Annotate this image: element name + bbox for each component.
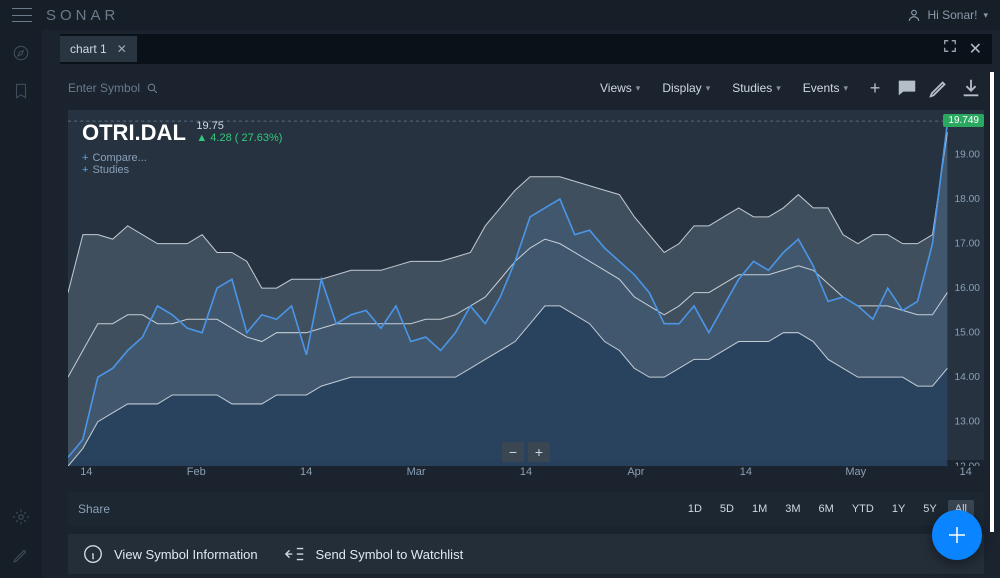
fab-add-button[interactable]: [932, 510, 982, 560]
legend-studies[interactable]: +Studies: [82, 164, 282, 176]
left-rail: [0, 30, 42, 578]
svg-text:16.00: 16.00: [954, 283, 980, 294]
watchlist-icon: [284, 543, 306, 565]
svg-text:15.00: 15.00: [954, 328, 980, 339]
range-6M[interactable]: 6M: [812, 500, 841, 518]
user-greeting: Hi Sonar!: [927, 8, 977, 22]
x-tick: 14: [300, 466, 312, 478]
actions-row: View Symbol Information Send Symbol to W…: [68, 534, 984, 574]
chat-icon[interactable]: [894, 77, 920, 99]
topbar: SONAR Hi Sonar! ▾: [0, 0, 1000, 30]
range-selector: 1D5D1M3M6MYTD1Y5YAll: [681, 500, 974, 518]
settings-icon[interactable]: [12, 508, 30, 526]
expand-icon[interactable]: [943, 39, 957, 53]
svg-text:18.00: 18.00: [954, 194, 980, 205]
svg-text:14.00: 14.00: [954, 372, 980, 383]
range-1Y[interactable]: 1Y: [885, 500, 912, 518]
zoom-in-button[interactable]: +: [528, 442, 550, 462]
share-button[interactable]: Share: [78, 502, 110, 516]
x-tick: Mar: [407, 466, 426, 478]
plus-icon: [945, 523, 969, 547]
tabbar: chart 1 ✕ ✕: [60, 34, 992, 64]
range-1M[interactable]: 1M: [745, 500, 774, 518]
info-icon: [82, 543, 104, 565]
svg-text:13.00: 13.00: [954, 417, 980, 428]
symbol-change: ▲ 4.28 ( 27.63%): [196, 132, 282, 144]
draw-icon[interactable]: [926, 77, 952, 99]
x-tick: Feb: [187, 466, 206, 478]
view-symbol-info-button[interactable]: View Symbol Information: [82, 543, 258, 565]
svg-text:19.00: 19.00: [954, 150, 980, 161]
x-axis: 14 Feb 14 Mar 14 Apr 14 May 14: [68, 460, 984, 484]
chart-area[interactable]: OTRI.DAL 19.75 ▲ 4.28 ( 27.63%) +Compare…: [68, 110, 984, 460]
display-dropdown[interactable]: Display▾: [654, 81, 718, 95]
bookmark-icon[interactable]: [12, 82, 30, 100]
range-5D[interactable]: 5D: [713, 500, 741, 518]
edit-icon[interactable]: [12, 546, 30, 564]
x-tick: 14: [520, 466, 532, 478]
x-tick: 14: [960, 466, 972, 478]
content: chart 1 ✕ ✕ Enter Symbol Views▾ Display▾…: [42, 30, 1000, 578]
range-YTD[interactable]: YTD: [845, 500, 881, 518]
x-tick: 14: [740, 466, 752, 478]
download-icon[interactable]: [958, 77, 984, 99]
symbol-price: 19.75: [196, 120, 282, 132]
chart-tab[interactable]: chart 1 ✕: [60, 36, 137, 62]
x-tick: 14: [80, 466, 92, 478]
search-icon: [146, 82, 159, 95]
chart-panel: Enter Symbol Views▾ Display▾ Studies▾ Ev…: [60, 72, 992, 574]
user-menu[interactable]: Hi Sonar! ▾: [907, 8, 988, 22]
tab-label: chart 1: [70, 42, 107, 56]
range-3M[interactable]: 3M: [778, 500, 807, 518]
price-badge: 19.749: [943, 114, 984, 127]
chart-toolbar: Enter Symbol Views▾ Display▾ Studies▾ Ev…: [60, 72, 992, 104]
legend-compare[interactable]: +Compare...: [82, 152, 282, 164]
x-tick: May: [845, 466, 866, 478]
scroll-edge: [990, 72, 994, 532]
hamburger-icon[interactable]: [12, 8, 32, 22]
zoom-out-button[interactable]: −: [502, 442, 524, 462]
symbol-name: OTRI.DAL: [82, 120, 186, 146]
views-dropdown[interactable]: Views▾: [592, 81, 648, 95]
symbol-search[interactable]: Enter Symbol: [68, 81, 159, 95]
search-placeholder: Enter Symbol: [68, 81, 140, 95]
compass-icon[interactable]: [12, 44, 30, 62]
chart-footer: Share 1D5D1M3M6MYTD1Y5YAll: [68, 492, 984, 526]
studies-dropdown[interactable]: Studies▾: [724, 81, 789, 95]
app-logo: SONAR: [46, 7, 119, 24]
tab-close-icon[interactable]: ✕: [117, 42, 127, 56]
send-to-watchlist-button[interactable]: Send Symbol to Watchlist: [284, 543, 464, 565]
x-tick: Apr: [627, 466, 644, 478]
panel-close-icon[interactable]: ✕: [969, 39, 982, 59]
chevron-down-icon: ▾: [983, 10, 988, 21]
chart-header: OTRI.DAL 19.75 ▲ 4.28 ( 27.63%) +Compare…: [82, 120, 282, 176]
add-icon[interactable]: +: [862, 77, 888, 99]
events-dropdown[interactable]: Events▾: [795, 81, 856, 95]
range-1D[interactable]: 1D: [681, 500, 709, 518]
user-icon: [907, 8, 921, 22]
svg-text:17.00: 17.00: [954, 239, 980, 250]
